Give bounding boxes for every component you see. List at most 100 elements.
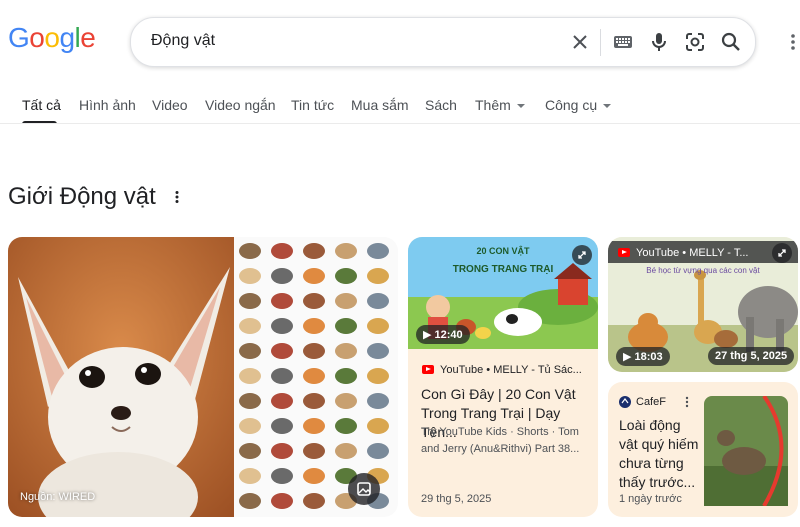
animal-figure xyxy=(271,443,293,459)
image-search-icon xyxy=(357,482,371,496)
tab-tools-label: Công cụ xyxy=(545,97,598,113)
news-more-icon[interactable] xyxy=(685,396,689,408)
video-date: 29 thg 5, 2025 xyxy=(421,493,492,505)
chevron-down-icon xyxy=(603,104,612,109)
video-card-animal-vocab[interactable]: Bé học từ vựng qua các con vật YouTube •… xyxy=(608,237,798,372)
animal-figure xyxy=(335,443,357,459)
tabs-divider xyxy=(0,123,800,124)
play-icon: ▶ xyxy=(423,329,432,341)
image-search-button[interactable] xyxy=(348,473,380,505)
animal-figure xyxy=(367,343,389,359)
animal-figure xyxy=(303,268,325,284)
animal-figure xyxy=(335,368,357,384)
animal-figure xyxy=(303,493,325,509)
animal-figure xyxy=(367,368,389,384)
tab-news[interactable]: Tin tức xyxy=(291,97,334,113)
news-title[interactable]: Loài động vật quý hiếm chưa từng thấy tr… xyxy=(619,416,703,492)
thumb-title-line2: TRONG TRANG TRẠI xyxy=(453,264,554,275)
animal-figure xyxy=(335,318,357,334)
animal-figure xyxy=(271,468,293,484)
tab-short-videos[interactable]: Video ngắn xyxy=(205,97,276,113)
video-card-farm-animals[interactable]: 20 CON VẬT TRONG TRANG TRẠI ▶ 12:40 YouT… xyxy=(408,237,598,517)
news-card-rare-animal[interactable]: CafeF Loài động vật quý hiếm chưa từng t… xyxy=(608,382,798,517)
lens-icon[interactable] xyxy=(683,30,707,54)
animal-figure xyxy=(367,293,389,309)
animal-figure xyxy=(303,293,325,309)
animal-figure xyxy=(239,243,261,259)
logo-letter-g2: g xyxy=(59,22,75,53)
expand-button[interactable] xyxy=(572,245,592,265)
animal-figure xyxy=(239,443,261,459)
tab-images[interactable]: Hình ảnh xyxy=(79,97,136,113)
google-logo[interactable]: Google xyxy=(8,22,96,54)
youtube-icon xyxy=(618,248,630,257)
duration-badge: ▶ 18:03 xyxy=(616,347,670,366)
duration-badge: ▶ 12:40 xyxy=(416,325,470,344)
thumb-title-line1: 20 CON VẬT xyxy=(476,245,530,256)
search-box[interactable]: Động vật xyxy=(130,17,756,67)
logo-letter-o1: o xyxy=(29,22,45,53)
animal-figure xyxy=(303,393,325,409)
duration-text: 12:40 xyxy=(434,329,463,341)
animal-figure xyxy=(303,443,325,459)
animal-chart-image[interactable] xyxy=(234,237,398,517)
animal-figure xyxy=(367,243,389,259)
expand-icon xyxy=(778,249,786,257)
animal-figure xyxy=(271,393,293,409)
animal-figure xyxy=(303,318,325,334)
tab-shopping[interactable]: Mua sắm xyxy=(351,97,409,113)
logo-letter-e: e xyxy=(80,22,96,53)
search-input[interactable]: Động vật xyxy=(151,32,215,50)
more-vert-icon[interactable] xyxy=(790,32,796,52)
animal-figure xyxy=(239,318,261,334)
tab-tools[interactable]: Công cụ xyxy=(545,97,612,113)
animal-figure xyxy=(239,293,261,309)
search-icon[interactable] xyxy=(719,30,743,54)
animal-figure xyxy=(367,443,389,459)
animal-figure xyxy=(335,243,357,259)
youtube-icon xyxy=(422,365,434,374)
animal-figure xyxy=(239,393,261,409)
animal-figure xyxy=(271,493,293,509)
chevron-down-icon xyxy=(516,104,525,109)
search-tabs: Tất cả Hình ảnh Video Video ngắn Tin tức… xyxy=(0,94,800,124)
animal-figure xyxy=(239,418,261,434)
tab-videos[interactable]: Video xyxy=(152,97,188,113)
logo-letter-g1: G xyxy=(8,22,30,53)
animal-figure xyxy=(367,393,389,409)
animal-figure xyxy=(335,393,357,409)
keyboard-icon[interactable] xyxy=(611,30,635,54)
section-more-icon[interactable] xyxy=(174,190,180,204)
tab-more[interactable]: Thêm xyxy=(475,97,525,113)
fennec-fox-image[interactable]: Nguồn: WIRED xyxy=(8,237,234,517)
cafef-logo-icon xyxy=(619,396,631,408)
news-date: 1 ngày trước xyxy=(619,493,682,505)
animal-figure xyxy=(335,268,357,284)
animal-figure xyxy=(239,268,261,284)
animal-figure xyxy=(271,293,293,309)
animal-figure xyxy=(303,343,325,359)
animal-figure xyxy=(367,418,389,434)
tab-books[interactable]: Sách xyxy=(425,97,457,113)
section-title: Giới Động vật xyxy=(8,183,156,210)
clear-icon[interactable] xyxy=(568,30,592,54)
animal-figure xyxy=(271,418,293,434)
date-badge: 27 thg 5, 2025 xyxy=(708,347,795,365)
play-icon: ▶ xyxy=(623,351,632,363)
animal-figure xyxy=(335,293,357,309)
news-thumbnail xyxy=(704,396,788,506)
mic-icon[interactable] xyxy=(647,30,671,54)
expand-button[interactable] xyxy=(772,243,792,263)
animal-figure xyxy=(239,343,261,359)
video-source: YouTube • MELLY - Tủ Sác... xyxy=(440,364,582,376)
news-source: CafeF xyxy=(636,396,666,408)
animal-figure xyxy=(239,493,261,509)
animal-figure xyxy=(271,368,293,384)
fennec-fox-illustration xyxy=(8,237,234,517)
expand-icon xyxy=(578,251,586,259)
animal-figure xyxy=(303,243,325,259)
tab-all[interactable]: Tất cả xyxy=(22,97,61,113)
tab-more-label: Thêm xyxy=(475,97,511,113)
animal-figure xyxy=(303,418,325,434)
animal-figure xyxy=(271,318,293,334)
